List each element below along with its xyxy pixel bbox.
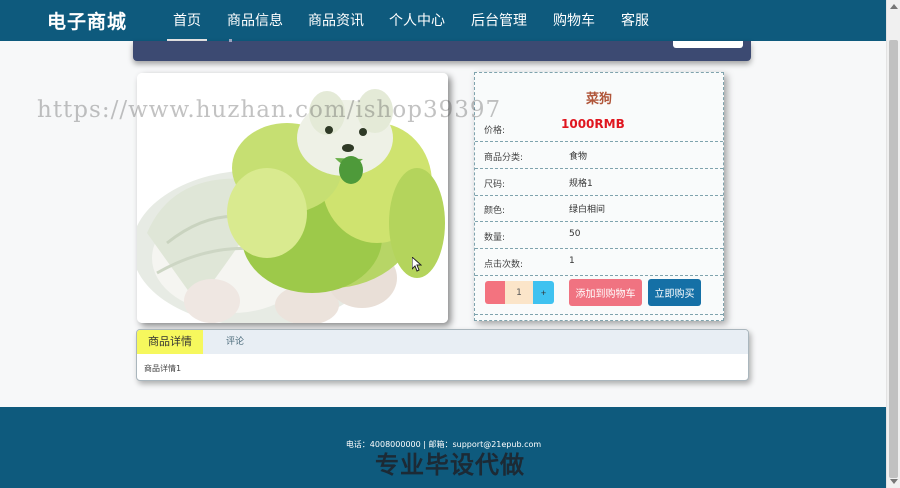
overlay-caption: 专业毕设代做 <box>375 451 525 479</box>
detail-tab-bar: 商品详情 评论 <box>137 330 748 354</box>
product-detail-box: 商品详情 评论 商品详情1 <box>136 329 749 381</box>
banner-dot <box>229 39 232 42</box>
category-row: 商品分类: 食物 <box>475 142 723 169</box>
nav-home[interactable]: 首页 <box>167 10 207 41</box>
size-label: 尺码: <box>484 180 506 190</box>
scroll-thumb[interactable] <box>889 40 898 478</box>
category-value: 食物 <box>569 152 588 162</box>
color-row: 颜色: 绿白相间 <box>475 195 723 222</box>
mouse-cursor-icon <box>411 255 423 276</box>
quantity-input[interactable] <box>505 281 533 304</box>
size-row: 尺码: 规格1 <box>475 169 723 196</box>
panel-divider <box>475 314 723 315</box>
buy-now-button[interactable]: 立即购买 <box>648 279 701 306</box>
nav-customer-service[interactable]: 客服 <box>621 10 649 30</box>
scroll-down-icon[interactable] <box>890 479 898 484</box>
scroll-up-icon[interactable] <box>890 4 898 9</box>
category-label: 商品分类: <box>484 153 524 163</box>
stock-value: 50 <box>569 229 581 239</box>
site-brand[interactable]: 电子商城 <box>47 7 127 34</box>
nav-product-info[interactable]: 商品信息 <box>227 10 283 30</box>
product-info-panel: 菜狗 价格: 1000RMB 商品分类: 食物 尺码: 规格1 颜色: 绿白相间… <box>474 72 724 321</box>
clicks-value: 1 <box>569 256 575 266</box>
watermark-url: https://www.huzhan.com/ishop39397 <box>37 97 502 123</box>
page-scrollbar[interactable] <box>886 0 900 488</box>
size-value: 规格1 <box>569 179 593 189</box>
detail-content: 商品详情1 <box>144 364 182 373</box>
clicks-row: 点击次数: 1 <box>475 249 723 276</box>
nav-product-news[interactable]: 商品资讯 <box>308 10 364 30</box>
nav-personal-center[interactable]: 个人中心 <box>389 10 445 30</box>
product-name: 菜狗 <box>585 92 612 107</box>
tab-product-detail[interactable]: 商品详情 <box>137 330 203 354</box>
nav-admin[interactable]: 后台管理 <box>471 10 527 30</box>
color-label: 颜色: <box>484 206 506 216</box>
add-to-cart-button[interactable]: 添加到购物车 <box>569 279 642 306</box>
stock-row: 数量: 50 <box>475 222 723 249</box>
price-row: 价格: 1000RMB <box>475 115 723 142</box>
price-label: 价格: <box>484 126 506 136</box>
search-banner-fragment <box>133 39 751 61</box>
quantity-minus-button[interactable] <box>485 281 505 304</box>
price-value: 1000RMB <box>561 117 625 131</box>
top-navbar: 电子商城 首页 商品信息 商品资讯 个人中心 后台管理 购物车 客服 <box>0 0 887 41</box>
search-button-fragment[interactable] <box>673 41 743 48</box>
color-value: 绿白相间 <box>569 205 606 215</box>
clicks-label: 点击次数: <box>484 260 524 270</box>
nav-cart[interactable]: 购物车 <box>553 10 595 30</box>
tab-reviews[interactable]: 评论 <box>226 330 244 354</box>
quantity-plus-button[interactable]: + <box>533 281 554 304</box>
stock-label: 数量: <box>484 233 506 243</box>
page-footer: 电话：4008000000 | 邮箱：support@21epub.com 专业… <box>0 407 887 488</box>
